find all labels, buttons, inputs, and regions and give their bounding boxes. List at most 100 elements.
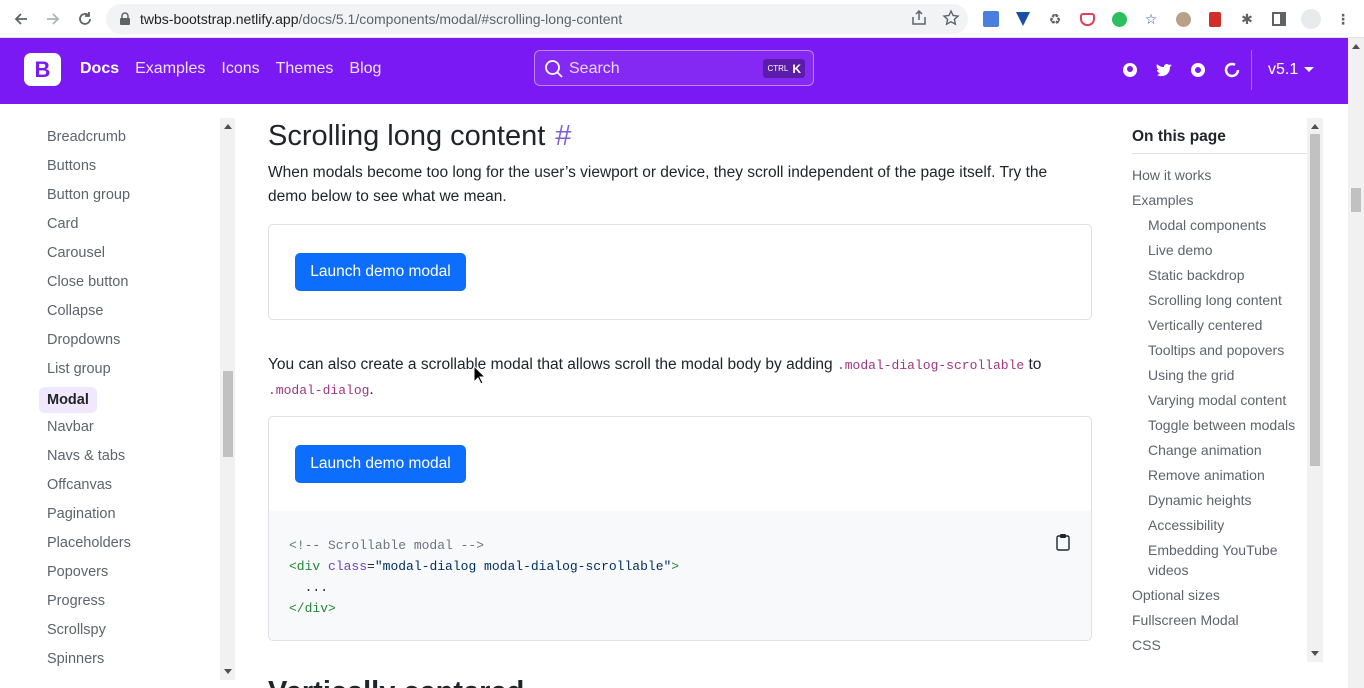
toc-link[interactable]: Toggle between modals xyxy=(1132,415,1310,435)
toc-link[interactable]: Accessibility xyxy=(1132,515,1310,535)
page-scrollbar[interactable] xyxy=(1348,38,1364,688)
toc-link[interactable]: How it works xyxy=(1132,165,1310,185)
sidebar-item-dropdowns[interactable]: Dropdowns xyxy=(39,329,139,358)
nav-link-docs[interactable]: Docs xyxy=(80,60,119,78)
sidebar-item-navbar[interactable]: Navbar xyxy=(39,416,139,445)
search-placeholder: Search xyxy=(569,60,620,77)
toc-link[interactable]: Optional sizes xyxy=(1132,585,1310,605)
sidebar-item-navs-tabs[interactable]: Navs & tabs xyxy=(39,445,139,474)
url-text: twbs-bootstrap.netlify.app/docs/5.1/comp… xyxy=(140,11,623,27)
toc-link[interactable]: Using the grid xyxy=(1132,365,1310,385)
translate-extension-icon[interactable] xyxy=(980,8,1002,30)
sidebar-item-spinners[interactable]: Spinners xyxy=(39,648,139,677)
code-text: <!-- Scrollable modal --> <div class="mo… xyxy=(289,538,680,616)
nav-link-examples[interactable]: Examples xyxy=(135,60,205,78)
evernote-extension-icon[interactable] xyxy=(1108,8,1130,30)
launch-scrollable-modal-button[interactable]: Launch demo modal xyxy=(295,445,466,483)
clipboard-copy-icon[interactable] xyxy=(1055,533,1071,551)
section-heading: Scrolling long content # xyxy=(268,120,572,152)
recycle-extension-icon[interactable]: ♻ xyxy=(1044,8,1066,30)
sidebar-item-popovers[interactable]: Popovers xyxy=(39,561,139,590)
nav-link-blog[interactable]: Blog xyxy=(349,60,381,78)
share-icon[interactable] xyxy=(910,9,928,27)
sidebar-item-buttons[interactable]: Buttons xyxy=(39,155,139,184)
toc-title: On this page xyxy=(1132,128,1226,145)
sidebar-item-breadcrumb[interactable]: Breadcrumb xyxy=(39,126,139,155)
sidebar-item-close-button[interactable]: Close button xyxy=(39,271,139,300)
table-of-contents: On this page How it works Examples Modal… xyxy=(1132,104,1310,688)
bootstrap-logo[interactable]: B xyxy=(24,53,61,86)
inline-code-modal-dialog-scrollable: .modal-dialog-scrollable xyxy=(836,358,1025,373)
version-dropdown[interactable]: v5.1 xyxy=(1268,61,1315,79)
sidebar-scroll-down-arrow[interactable] xyxy=(224,669,232,674)
sidebar-scroll-up-arrow[interactable] xyxy=(224,124,232,129)
toc-link[interactable]: Examples xyxy=(1132,190,1310,210)
heading-anchor-link[interactable]: # xyxy=(555,120,571,152)
sidebar-item-placeholders[interactable]: Placeholders xyxy=(39,532,139,561)
sidebar-scroll-thumb[interactable] xyxy=(223,371,233,457)
address-bar[interactable]: twbs-bootstrap.netlify.app/docs/5.1/comp… xyxy=(106,4,968,34)
star-icon[interactable] xyxy=(942,9,960,27)
sidebar-item-progress[interactable]: Progress xyxy=(39,590,139,619)
sidebar-item-scrollspy[interactable]: Scrollspy xyxy=(39,619,139,648)
back-icon[interactable] xyxy=(10,8,32,30)
toc-link[interactable]: Varying modal content xyxy=(1132,390,1310,410)
sidebar-item-modal[interactable]: Modal xyxy=(39,387,97,413)
avatar-extension-icon[interactable] xyxy=(1172,8,1194,30)
nav-link-themes[interactable]: Themes xyxy=(276,60,334,78)
sidebar-item-list-group[interactable]: List group xyxy=(39,358,139,387)
launch-demo-modal-button[interactable]: Launch demo modal xyxy=(295,253,466,291)
toc-link[interactable]: Change animation xyxy=(1132,440,1310,460)
sidebar-item-button-group[interactable]: Button group xyxy=(39,184,139,213)
toc-link[interactable]: Tooltips and popovers xyxy=(1132,340,1310,360)
toc-scrollbar[interactable] xyxy=(1307,118,1323,662)
toc-link[interactable]: Scrolling long content xyxy=(1132,290,1310,310)
twitter-icon[interactable] xyxy=(1154,60,1174,80)
search-input[interactable]: Search CTRL K xyxy=(534,50,814,86)
opencollective-icon[interactable] xyxy=(1188,60,1208,80)
sidebar-item-offcanvas[interactable]: Offcanvas xyxy=(39,474,139,503)
intro-paragraph: When modals become too long for the user… xyxy=(268,164,1048,205)
lastpass-extension-icon[interactable] xyxy=(1204,8,1226,30)
toc-link[interactable]: Modal components xyxy=(1132,215,1310,235)
sidebar-item-card[interactable]: Card xyxy=(39,213,139,242)
browser-toolbar: twbs-bootstrap.netlify.app/docs/5.1/comp… xyxy=(0,0,1364,38)
toc-scroll-up-arrow[interactable] xyxy=(1311,124,1319,129)
toc-scroll-thumb[interactable] xyxy=(1310,134,1320,466)
pocket-extension-icon[interactable] xyxy=(1076,8,1098,30)
scroll-up-arrow[interactable] xyxy=(1352,44,1360,49)
menu-kebab-icon[interactable]: ⋮ xyxy=(1332,8,1354,30)
puzzle-extensions-icon[interactable]: ✱ xyxy=(1236,8,1258,30)
toc-link[interactable]: CSS xyxy=(1132,635,1310,655)
sidebar-item-pagination[interactable]: Pagination xyxy=(39,503,139,532)
toc-link[interactable]: Vertically centered xyxy=(1132,315,1310,335)
loading-icon[interactable] xyxy=(1222,60,1242,80)
toc-link[interactable]: Static backdrop xyxy=(1132,265,1310,285)
search-shortcut-badge: CTRL K xyxy=(763,59,805,78)
toc-divider xyxy=(1132,153,1308,154)
toc-link[interactable]: Embedding YouTube videos xyxy=(1132,540,1310,580)
toc-link[interactable]: Remove animation xyxy=(1132,465,1310,485)
sidebar-item-carousel[interactable]: Carousel xyxy=(39,242,139,271)
toc-link[interactable]: Dynamic heights xyxy=(1132,490,1310,510)
next-section-heading: Vertically centered xyxy=(268,676,524,688)
toc-scroll-down-arrow[interactable] xyxy=(1311,651,1319,656)
vpn-extension-icon[interactable] xyxy=(1012,8,1034,30)
example-box-2: Launch demo modal xyxy=(268,416,1092,512)
sidebar-item-collapse[interactable]: Collapse xyxy=(39,300,139,329)
page-scroll-thumb[interactable] xyxy=(1351,188,1361,212)
github-icon[interactable] xyxy=(1120,60,1140,80)
nav-link-icons[interactable]: Icons xyxy=(221,60,259,78)
navbar-divider xyxy=(1251,50,1252,90)
docs-sidebar: Breadcrumb Buttons Button group Card Car… xyxy=(0,104,236,688)
main-content: Scrolling long content # When modals beco… xyxy=(268,104,1098,688)
reload-icon[interactable] xyxy=(74,8,96,30)
toc-link[interactable]: Live demo xyxy=(1132,240,1310,260)
sidepanel-icon[interactable] xyxy=(1268,8,1290,30)
toc-link[interactable]: Fullscreen Modal xyxy=(1132,610,1310,630)
profile-icon[interactable] xyxy=(1300,8,1322,30)
forward-icon[interactable] xyxy=(42,8,64,30)
sidebar-scrollbar[interactable] xyxy=(220,118,235,680)
bookmark-star-extension-icon[interactable]: ☆ xyxy=(1140,8,1162,30)
inline-code-modal-dialog: .modal-dialog xyxy=(268,383,370,398)
